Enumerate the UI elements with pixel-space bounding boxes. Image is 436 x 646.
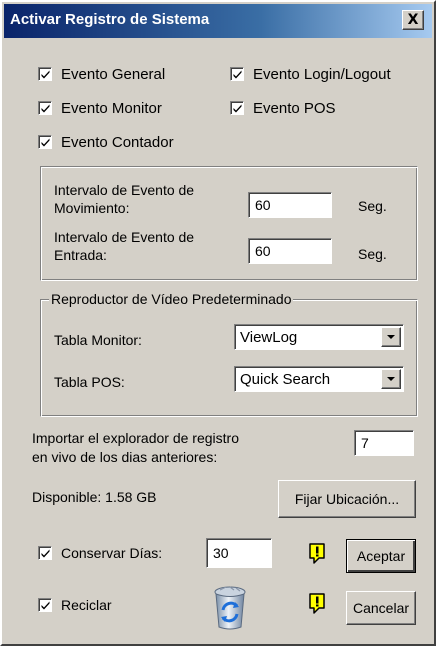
movement-interval-input[interactable]: 60 (248, 192, 332, 218)
checkbox-evento-login-logout[interactable]: Evento Login/Logout (230, 64, 391, 84)
input-interval-input[interactable]: 60 (248, 238, 332, 264)
movement-interval-label: Intervalo de Evento de Movimiento: (54, 182, 195, 216)
import-days-input[interactable]: 7 (354, 430, 414, 456)
video-player-group (40, 299, 418, 417)
check-mark-icon[interactable] (230, 67, 244, 81)
checkbox-evento-contador[interactable]: Evento Contador (38, 132, 174, 152)
chevron-down-icon[interactable] (381, 327, 401, 347)
cancel-button[interactable]: Cancelar (346, 591, 416, 625)
checkbox-label: Evento General (61, 65, 166, 83)
checkbox-recycle[interactable]: Reciclar (38, 595, 112, 615)
check-mark-icon[interactable] (230, 101, 244, 115)
input-interval-unit: Seg. (358, 246, 387, 262)
monitor-table-value: ViewLog (240, 329, 298, 346)
checkbox-evento-general[interactable]: Evento General (38, 64, 165, 84)
video-player-legend: Reproductor de Vídeo Predeterminado (49, 291, 294, 307)
title-bar[interactable]: Activar Registro de Sistema X (4, 4, 432, 38)
check-mark-icon[interactable] (38, 135, 52, 149)
warning-icon (308, 592, 326, 614)
set-location-button[interactable]: Fijar Ubicación... (278, 480, 416, 518)
check-mark-icon[interactable] (38, 598, 52, 612)
checkbox-evento-monitor[interactable]: Evento Monitor (38, 98, 162, 118)
keep-days-input[interactable]: 30 (206, 538, 272, 568)
window-title: Activar Registro de Sistema (10, 11, 210, 28)
close-icon: X (407, 12, 419, 28)
monitor-table-label: Tabla Monitor: (54, 332, 142, 348)
checkbox-label: Evento Login/Logout (253, 65, 391, 83)
recycle-bin-icon (208, 584, 252, 632)
warning-icon (308, 542, 326, 564)
pos-table-select[interactable]: Quick Search (234, 366, 404, 392)
checkbox-label: Evento Contador (61, 133, 174, 151)
import-days-label: Importar el explorador de registro en vi… (32, 430, 239, 465)
movement-interval-unit: Seg. (358, 198, 387, 214)
available-space-text: Disponible: 1.58 GB (32, 489, 157, 505)
accept-button[interactable]: Aceptar (346, 539, 416, 573)
checkbox-label: Evento Monitor (61, 99, 162, 117)
pos-table-label: Tabla POS: (54, 374, 125, 390)
checkbox-label: Evento POS (253, 99, 336, 117)
checkbox-label: Conservar Días: (61, 545, 163, 561)
checkbox-keep-days[interactable]: Conservar Días: (38, 543, 162, 563)
close-button[interactable]: X (402, 10, 424, 30)
check-mark-icon[interactable] (38, 67, 52, 81)
checkbox-evento-pos[interactable]: Evento POS (230, 98, 336, 118)
system-log-dialog: Activar Registro de Sistema X Evento Gen… (0, 0, 436, 646)
chevron-down-icon[interactable] (381, 369, 401, 389)
pos-table-value: Quick Search (240, 371, 331, 388)
input-interval-label: Intervalo de Evento de Entrada: (54, 229, 195, 263)
check-mark-icon[interactable] (38, 546, 52, 560)
checkbox-label: Reciclar (61, 597, 112, 613)
monitor-table-select[interactable]: ViewLog (234, 324, 404, 350)
check-mark-icon[interactable] (38, 101, 52, 115)
